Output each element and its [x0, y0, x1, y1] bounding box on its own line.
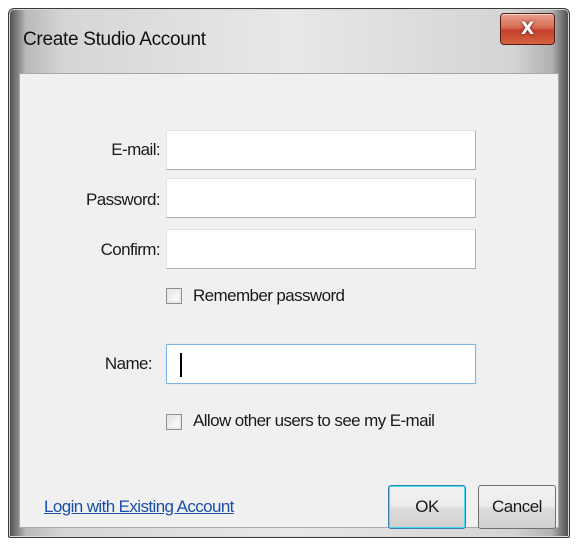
title-bar[interactable]: Create Studio Account X — [9, 9, 569, 69]
email-field[interactable] — [166, 130, 476, 170]
allow-email-visible-checkbox[interactable] — [166, 414, 182, 430]
login-existing-account-link[interactable]: Login with Existing Account — [44, 497, 234, 517]
confirm-password-field[interactable] — [166, 229, 476, 269]
email-label: E-mail: — [111, 140, 160, 159]
name-field[interactable] — [166, 344, 476, 384]
text-caret — [180, 353, 182, 377]
name-label: Name: — [104, 354, 153, 373]
close-icon: X — [520, 19, 535, 39]
remember-password-checkbox[interactable] — [166, 288, 182, 304]
password-field[interactable] — [166, 178, 476, 218]
confirm-label: Confirm: — [100, 240, 161, 259]
close-button[interactable]: X — [500, 13, 555, 45]
window-title: Create Studio Account — [23, 29, 206, 50]
create-account-dialog: Create Studio Account X E-mail: Password… — [8, 8, 570, 538]
remember-password-label: Remember password — [193, 286, 345, 305]
allow-email-visible-label: Allow other users to see my E-mail — [193, 411, 435, 430]
password-label: Password: — [86, 190, 161, 209]
ok-button[interactable]: OK — [388, 485, 466, 529]
cancel-button[interactable]: Cancel — [478, 485, 556, 529]
dialog-content: E-mail: Password: Confirm: Remember pass… — [19, 73, 559, 529]
